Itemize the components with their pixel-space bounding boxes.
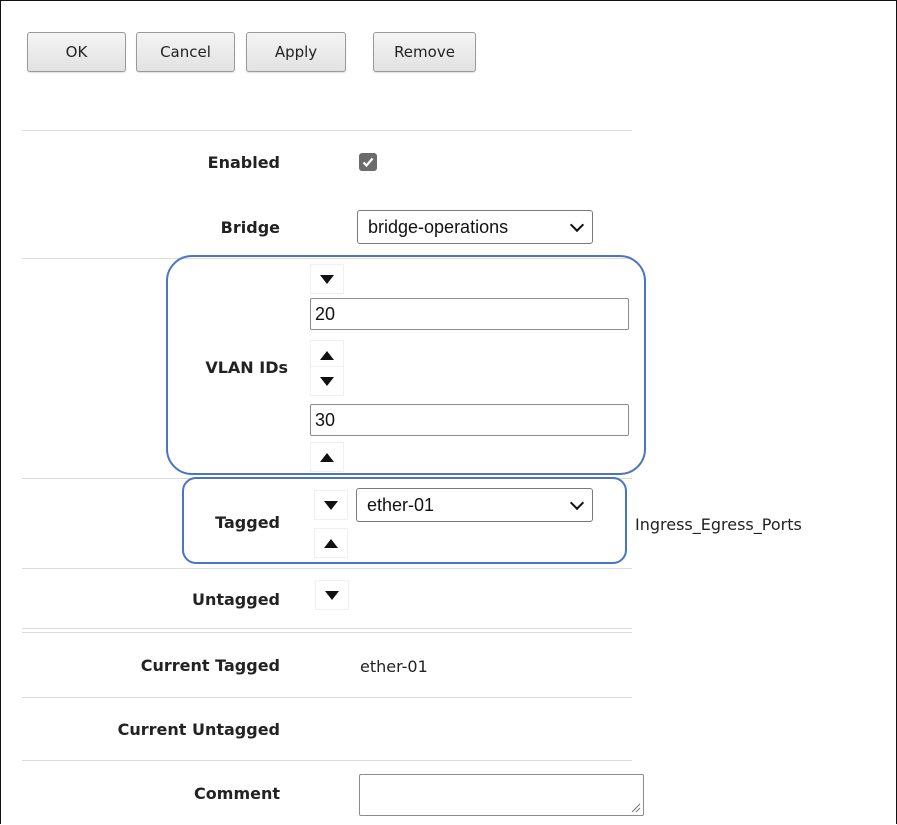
separator	[22, 568, 632, 569]
current-untagged-label: Current Untagged	[117, 720, 280, 739]
separator	[22, 632, 632, 633]
tagged-hint: Ingress_Egress_Ports	[635, 515, 802, 534]
apply-button[interactable]: Apply	[246, 32, 346, 72]
separator	[22, 760, 632, 761]
separator	[22, 628, 632, 629]
ok-button-label: OK	[65, 43, 88, 61]
tagged-highlight	[182, 477, 627, 564]
separator	[22, 697, 632, 698]
vlan-ids-highlight	[166, 255, 646, 475]
bridge-select[interactable]: bridge-operations	[357, 210, 593, 244]
resize-grip-icon[interactable]	[629, 801, 641, 813]
bridge-label: Bridge	[220, 218, 280, 237]
checkmark-icon	[362, 157, 374, 168]
enabled-label: Enabled	[207, 153, 280, 172]
cancel-button-label: Cancel	[160, 43, 211, 61]
ok-button[interactable]: OK	[27, 32, 126, 72]
bridge-select-value: bridge-operations	[368, 216, 509, 237]
comment-textarea[interactable]	[359, 774, 644, 816]
chevron-down-icon	[569, 217, 585, 232]
separator	[22, 130, 632, 131]
untagged-add-button[interactable]	[315, 580, 349, 610]
cancel-button[interactable]: Cancel	[136, 32, 235, 72]
current-tagged-label: Current Tagged	[140, 656, 280, 675]
comment-label: Comment	[194, 784, 280, 803]
current-tagged-value: ether-01	[360, 657, 428, 676]
remove-button[interactable]: Remove	[373, 32, 476, 72]
apply-button-label: Apply	[274, 43, 318, 61]
untagged-label: Untagged	[191, 590, 280, 609]
enabled-checkbox[interactable]	[359, 153, 377, 171]
comment-value	[360, 775, 643, 783]
triangle-down-icon	[325, 590, 339, 600]
remove-button-label: Remove	[394, 43, 455, 61]
